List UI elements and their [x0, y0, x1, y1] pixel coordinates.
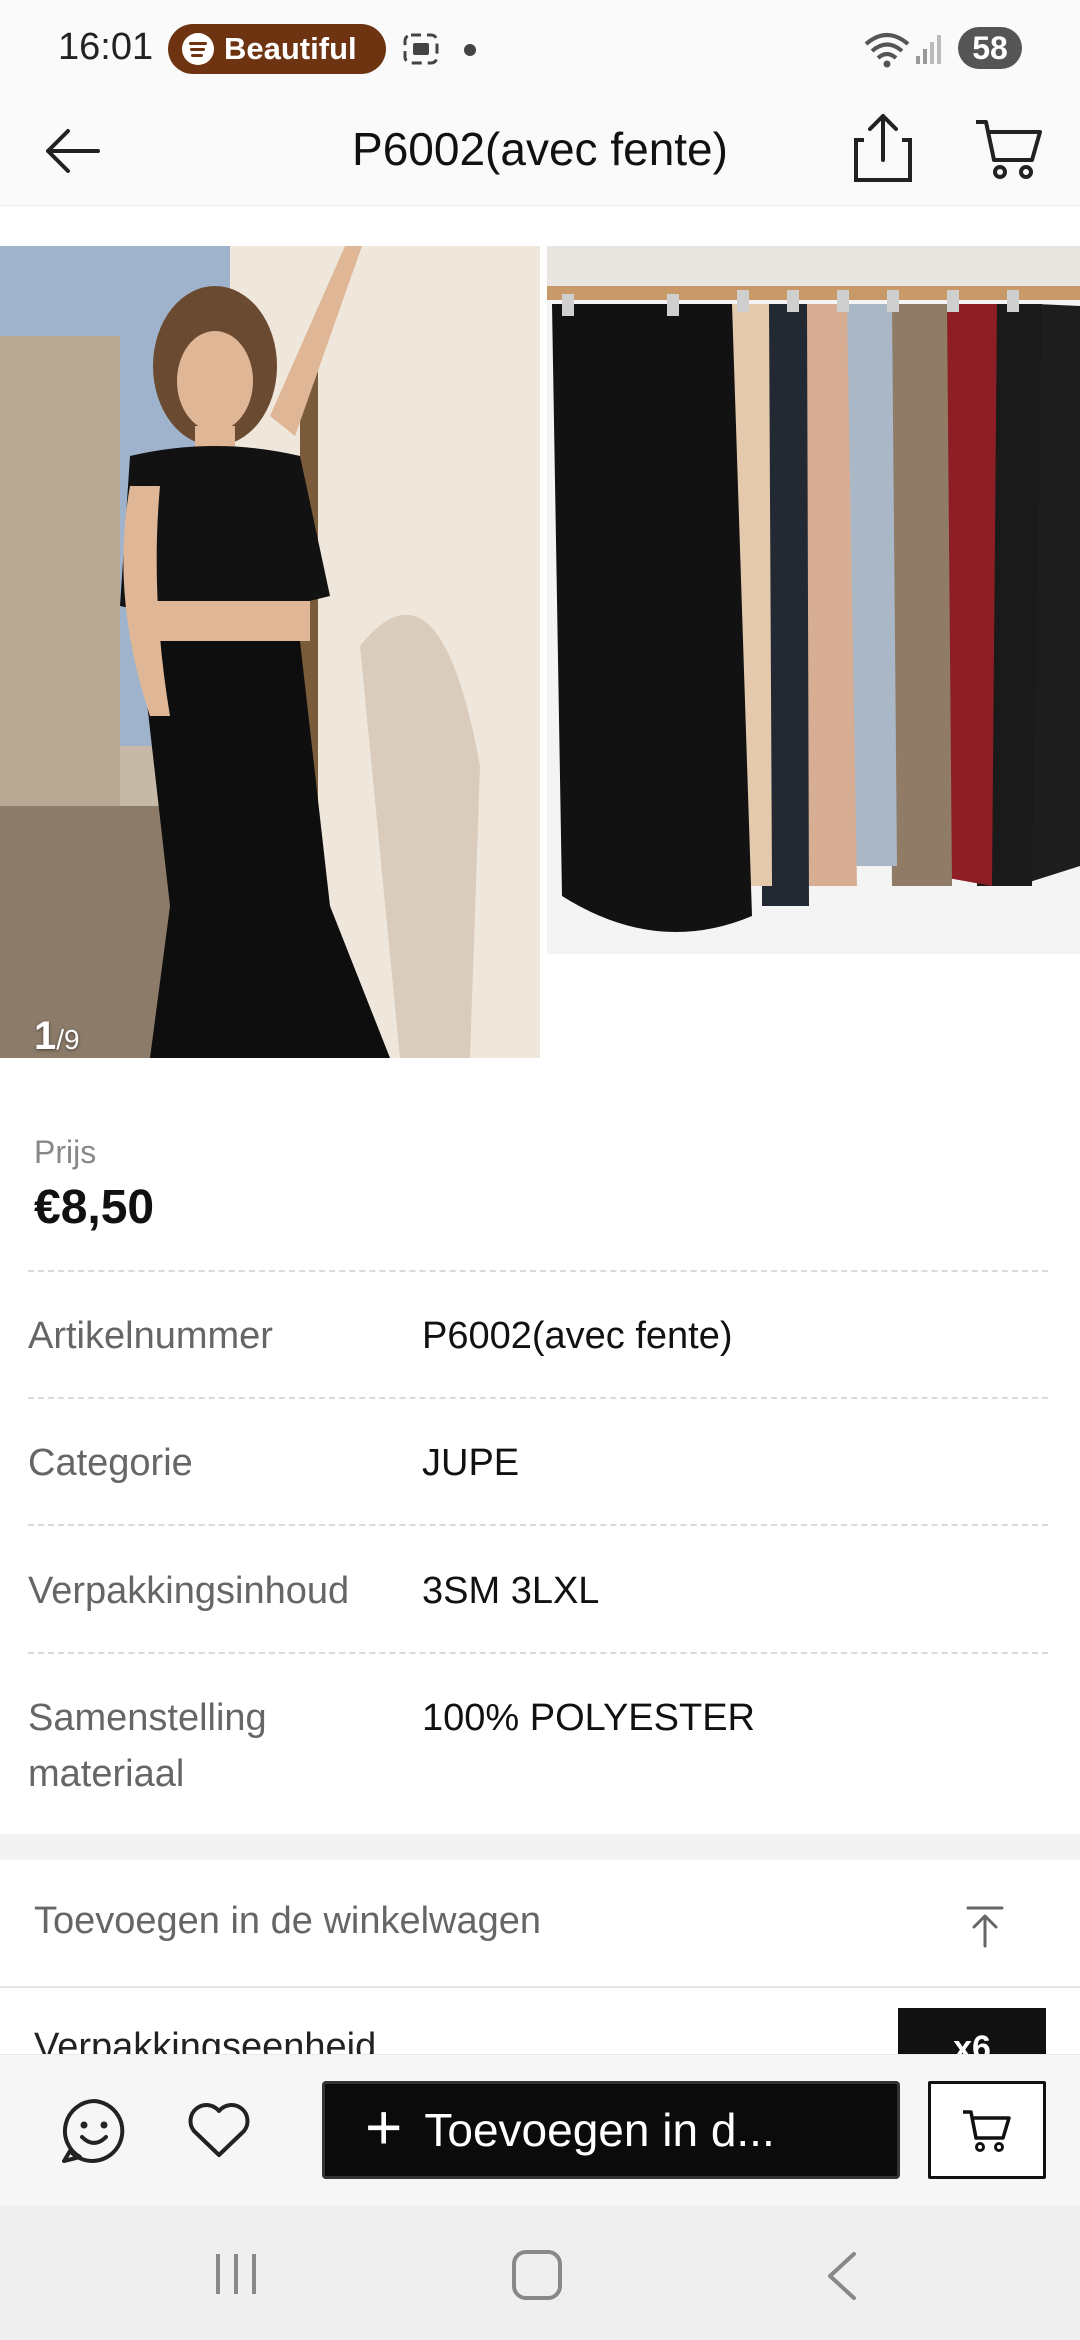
spotify-icon [182, 33, 214, 65]
notification-dot-icon [464, 44, 476, 56]
spec-label-article-number: Artikelnummer [28, 1315, 273, 1357]
package-unit-label: Verpakkingseenheid [34, 2026, 377, 2054]
price-label: Prijs [34, 1134, 97, 1170]
spec-label-package-content: Verpakkingsinhoud [28, 1570, 350, 1612]
divider [28, 1524, 1048, 1526]
bottom-action-bar: + Toevoegen in d... [0, 2054, 1080, 2206]
go-to-cart-button[interactable] [928, 2081, 1046, 2179]
divider [28, 1652, 1048, 1654]
app-header: P6002(avec fente) [0, 96, 1080, 206]
gallery-current-index: 1 [34, 1014, 57, 1058]
cart-icon [963, 2110, 1011, 2152]
system-nav-bar [0, 2206, 1080, 2340]
package-unit-badge[interactable]: x6 [898, 2008, 1046, 2054]
battery-icon: 58 [958, 27, 1022, 69]
heart-icon[interactable] [186, 2099, 252, 2161]
product-gallery[interactable]: 1/9 [0, 246, 1080, 1058]
divider [0, 1986, 1080, 1988]
divider [28, 1397, 1048, 1399]
home-icon[interactable] [512, 2250, 562, 2300]
spec-value-category: JUPE [422, 1442, 520, 1484]
gallery-total: /9 [56, 1024, 80, 1055]
scroll-to-top-icon[interactable] [960, 1902, 1010, 1952]
section-separator [0, 1834, 1080, 1860]
nav-back-icon[interactable] [822, 2250, 862, 2302]
spec-label-category: Categorie [28, 1442, 193, 1484]
spec-value-package-content: 3SM 3LXL [422, 1570, 600, 1612]
page-title: P6002(avec fente) [352, 123, 728, 175]
signal-icon [916, 35, 941, 64]
add-to-cart-section-title: Toevoegen in de winkelwagen [34, 1900, 542, 1942]
wifi-icon [864, 33, 910, 68]
screenshot-icon [403, 33, 439, 65]
spec-value-article-number: P6002(avec fente) [422, 1315, 733, 1357]
spec-value-material: 100% POLYESTER [422, 1697, 756, 1739]
price-value: €8,50 [34, 1181, 155, 1234]
add-to-cart-label: Toevoegen in d... [424, 2104, 775, 2156]
plus-icon: + [365, 2091, 403, 2163]
product-photo-colors[interactable] [547, 246, 1080, 954]
chat-smiley-icon[interactable] [58, 2095, 130, 2167]
recent-apps-icon[interactable] [212, 2252, 260, 2296]
media-playing-pill[interactable]: Beautiful [168, 24, 386, 74]
status-time: 16:01 [58, 26, 154, 68]
cart-icon[interactable] [972, 112, 1044, 184]
product-photo-model[interactable]: 1/9 [0, 246, 540, 1058]
divider [28, 1270, 1048, 1272]
status-bar: 16:01 Beautiful 58 [0, 0, 1080, 96]
spec-label-material: Samenstelling materiaal [28, 1697, 267, 1795]
add-to-cart-button[interactable]: + Toevoegen in d... [322, 2081, 900, 2179]
gallery-counter: 1/9 [34, 1014, 80, 1058]
share-icon[interactable] [850, 110, 916, 186]
media-title: Beautiful [224, 31, 357, 66]
